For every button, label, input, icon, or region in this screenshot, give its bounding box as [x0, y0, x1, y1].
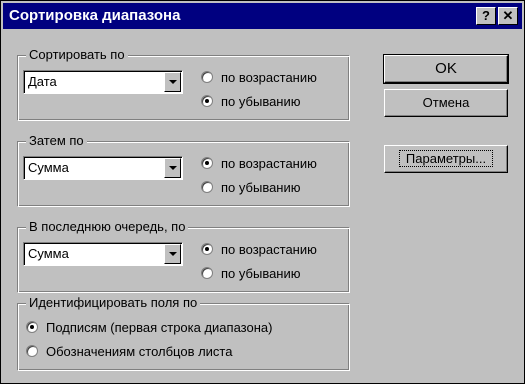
- sort-by-group: Сортировать по Дата по возрастанию по уб…: [17, 47, 350, 121]
- dropdown-arrow-icon[interactable]: [164, 72, 181, 92]
- radio-selected-icon: [26, 321, 38, 333]
- dropdown-arrow-icon[interactable]: [164, 244, 181, 264]
- identify-fields-group: Идентифицировать поля по Подписям (перва…: [17, 295, 350, 371]
- radio-selected-icon: [201, 157, 213, 169]
- last-by-label: В последнюю очередь, по: [26, 219, 189, 234]
- dialog-title: Сортировка диапазона: [9, 7, 181, 24]
- radio-selected-icon: [201, 95, 213, 107]
- then-by-combo[interactable]: Сумма: [23, 156, 183, 180]
- last-by-value: Сумма: [28, 246, 69, 261]
- radio-circle-icon: [26, 345, 38, 357]
- then-by-value: Сумма: [28, 160, 69, 175]
- radio-circle-icon: [201, 71, 213, 83]
- identify-columns-label: Обозначениям столбцов листа: [46, 344, 233, 359]
- radio-circle-icon: [201, 181, 213, 193]
- identify-fields-label: Идентифицировать поля по: [26, 295, 201, 310]
- cancel-button[interactable]: Отмена: [384, 89, 508, 117]
- dropdown-arrow-icon[interactable]: [164, 158, 181, 178]
- ok-button[interactable]: OK: [383, 54, 509, 84]
- sort-by-desc-label: по убыванию: [221, 94, 301, 109]
- identify-headers-label: Подписям (первая строка диапазона): [46, 320, 273, 335]
- radio-selected-icon: [201, 243, 213, 255]
- last-by-asc-label: по возрастанию: [221, 242, 317, 257]
- cancel-button-label: Отмена: [422, 95, 470, 110]
- sort-by-combo[interactable]: Дата: [23, 70, 183, 94]
- sort-by-label: Сортировать по: [26, 47, 128, 62]
- sort-by-asc-label: по возрастанию: [221, 70, 317, 85]
- sort-by-value: Дата: [28, 74, 57, 89]
- last-by-desc-label: по убыванию: [221, 266, 301, 281]
- last-by-group: В последнюю очередь, по Сумма по возраст…: [17, 219, 350, 293]
- then-by-desc-label: по убыванию: [221, 180, 301, 195]
- then-by-group: Затем по Сумма по возрастанию по убывани…: [17, 133, 350, 207]
- close-button[interactable]: ✕: [498, 7, 518, 25]
- last-by-combo[interactable]: Сумма: [23, 242, 183, 266]
- then-by-asc-label: по возрастанию: [221, 156, 317, 171]
- radio-circle-icon: [201, 267, 213, 279]
- help-button[interactable]: ?: [476, 7, 496, 25]
- then-by-label: Затем по: [26, 133, 87, 148]
- title-bar: Сортировка диапазона ? ✕: [3, 3, 522, 29]
- options-button-label: Параметры...: [398, 150, 494, 167]
- options-button[interactable]: Параметры...: [384, 145, 508, 173]
- sort-range-dialog: Сортировка диапазона ? ✕ Сортировать по …: [0, 0, 525, 384]
- ok-button-label: OK: [435, 60, 457, 77]
